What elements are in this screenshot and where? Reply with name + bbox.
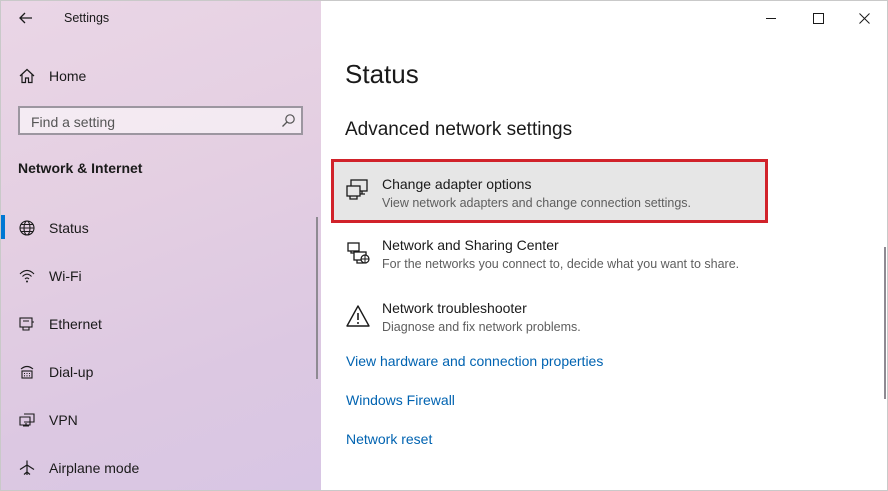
- titlebar-left: Settings: [1, 1, 321, 35]
- sidebar: Settings Home Network & Internet: [1, 1, 321, 490]
- maximize-icon: [812, 12, 824, 24]
- sidebar-item-airplane[interactable]: Airplane mode: [1, 449, 317, 490]
- option-title: Network troubleshooter: [382, 300, 527, 316]
- sidebar-item-label: Wi-Fi: [49, 268, 82, 284]
- option-description: View network adapters and change connect…: [382, 196, 691, 210]
- network-sharing-center-item[interactable]: Network and Sharing Center For the netwo…: [333, 226, 763, 284]
- change-adapter-options-item[interactable]: Change adapter options View network adap…: [331, 159, 768, 223]
- option-title: Network and Sharing Center: [382, 237, 559, 253]
- sharing-center-icon: [347, 242, 370, 264]
- main-content: Status Advanced network settings Change …: [321, 1, 887, 490]
- home-icon: [19, 68, 35, 84]
- sidebar-item-label: Dial-up: [49, 364, 94, 380]
- sidebar-scrollbar[interactable]: [316, 217, 318, 379]
- home-label: Home: [49, 68, 87, 84]
- sidebar-item-wifi[interactable]: Wi-Fi: [1, 257, 317, 305]
- globe-icon: [19, 220, 35, 236]
- wifi-icon: [19, 269, 35, 283]
- nav-list: Status Wi-Fi Ethernet Dial-up VPN Airpla…: [1, 209, 317, 490]
- windows-firewall-link[interactable]: Windows Firewall: [346, 392, 455, 408]
- option-title: Change adapter options: [382, 176, 532, 192]
- network-adapter-icon: [346, 179, 368, 200]
- option-description: For the networks you connect to, decide …: [382, 257, 740, 271]
- network-reset-link[interactable]: Network reset: [346, 431, 432, 447]
- minimize-button[interactable]: [748, 1, 794, 35]
- sidebar-item-dialup[interactable]: Dial-up: [1, 353, 317, 401]
- close-button[interactable]: [841, 1, 887, 35]
- search-icon[interactable]: [281, 113, 296, 128]
- ethernet-icon: [19, 317, 34, 331]
- sidebar-item-label: Status: [49, 220, 89, 236]
- selection-indicator: [1, 215, 5, 239]
- dialup-icon: [20, 365, 34, 379]
- airplane-icon: [19, 460, 35, 475]
- view-hardware-properties-link[interactable]: View hardware and connection properties: [346, 353, 603, 369]
- close-icon: [858, 12, 870, 24]
- vpn-icon: [19, 413, 35, 427]
- section-heading: Network & Internet: [18, 160, 143, 176]
- sidebar-item-label: Airplane mode: [49, 460, 140, 476]
- network-troubleshooter-item[interactable]: Network troubleshooter Diagnose and fix …: [333, 289, 763, 347]
- nav-home[interactable]: Home: [1, 61, 321, 91]
- warning-icon: [346, 305, 370, 327]
- option-description: Diagnose and fix network problems.: [382, 320, 581, 334]
- section-title: Advanced network settings: [345, 119, 573, 140]
- main-scrollbar[interactable]: [884, 247, 886, 399]
- settings-window: Settings Home Network & Internet: [0, 0, 888, 491]
- back-button[interactable]: [13, 7, 39, 29]
- minimize-icon: [765, 17, 776, 19]
- maximize-button[interactable]: [795, 1, 841, 35]
- arrow-left-icon: [19, 12, 32, 24]
- sidebar-item-label: Ethernet: [49, 316, 102, 332]
- app-title: Settings: [64, 11, 110, 25]
- search-input[interactable]: [29, 112, 273, 132]
- page-title: Status: [345, 59, 419, 89]
- sidebar-item-vpn[interactable]: VPN: [1, 401, 317, 449]
- sidebar-item-ethernet[interactable]: Ethernet: [1, 305, 317, 353]
- search-box[interactable]: [18, 106, 303, 135]
- sidebar-item-label: VPN: [49, 412, 78, 428]
- sidebar-item-status[interactable]: Status: [1, 209, 317, 257]
